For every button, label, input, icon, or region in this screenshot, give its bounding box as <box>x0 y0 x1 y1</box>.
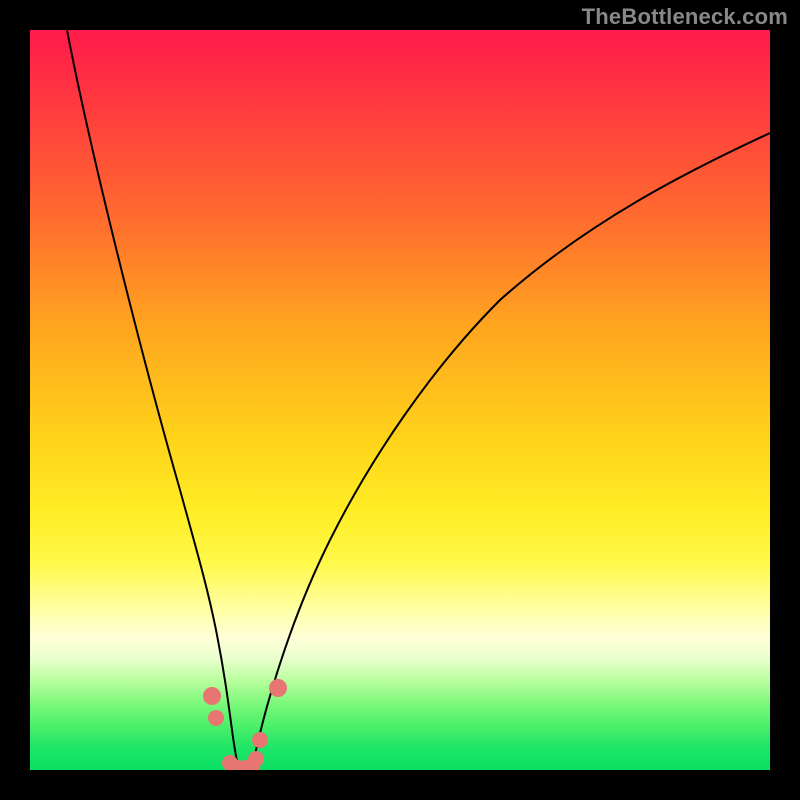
marker-dot <box>248 751 264 767</box>
marker-dot <box>203 687 221 705</box>
plot-area <box>30 30 770 770</box>
watermark-text: TheBottleneck.com <box>582 4 788 30</box>
marker-dot <box>252 732 268 748</box>
chart-stage: TheBottleneck.com <box>0 0 800 800</box>
curves-svg <box>30 30 770 770</box>
marker-dot <box>269 679 287 697</box>
marker-dot <box>208 710 224 726</box>
right-curve <box>252 133 770 770</box>
left-curve <box>67 30 239 770</box>
